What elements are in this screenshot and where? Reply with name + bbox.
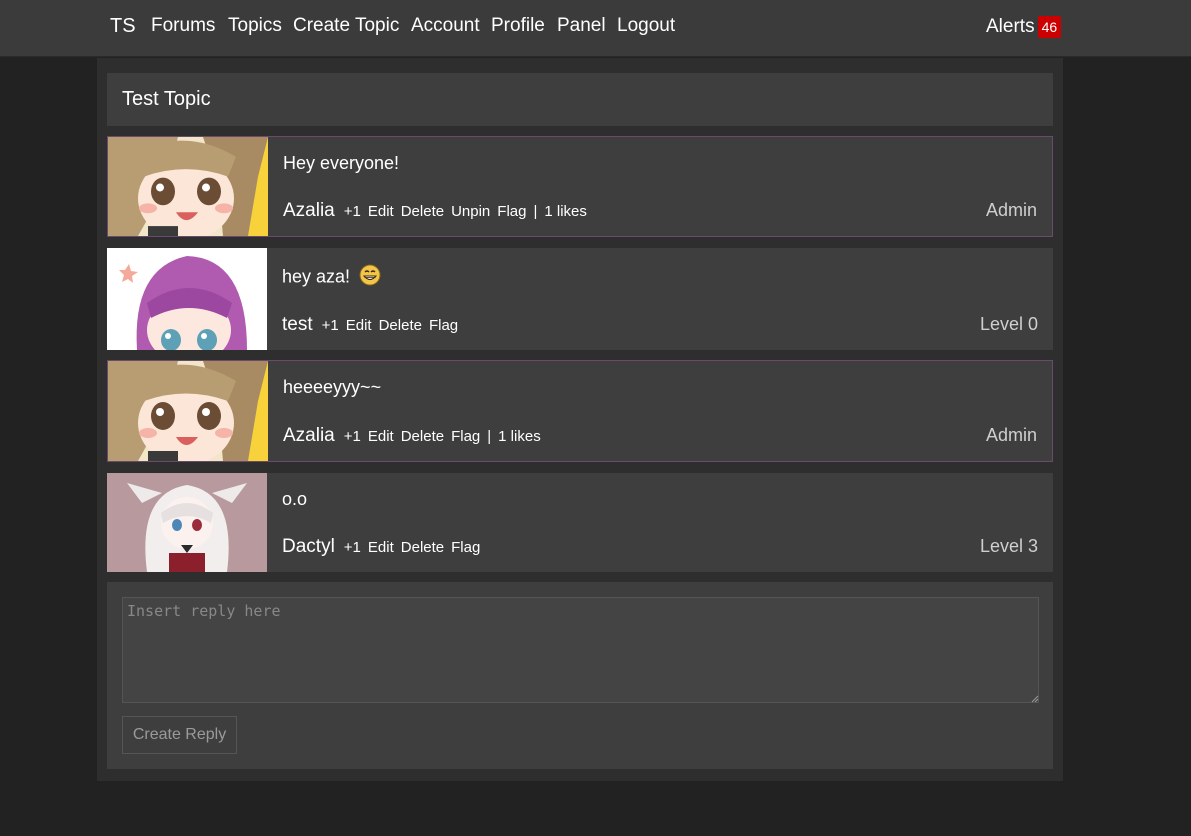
edit-button[interactable]: Edit bbox=[368, 203, 394, 220]
nav-create-topic[interactable]: Create Topic bbox=[293, 15, 399, 37]
like-button[interactable]: +1 bbox=[344, 203, 361, 220]
post-meta: Azalia +1 Edit Delete Flag | 1 likes bbox=[283, 425, 548, 447]
topic-header: Test Topic bbox=[107, 73, 1053, 126]
delete-button[interactable]: Delete bbox=[401, 203, 444, 220]
reply-form: Create Reply bbox=[107, 582, 1053, 769]
avatar[interactable] bbox=[107, 248, 267, 350]
brand-link[interactable]: TS bbox=[110, 15, 136, 38]
flag-button[interactable]: Flag bbox=[451, 428, 480, 445]
avatar[interactable] bbox=[107, 473, 267, 572]
alerts-menu[interactable]: Alerts 46 bbox=[986, 16, 1062, 38]
nav-profile[interactable]: Profile bbox=[491, 15, 545, 37]
like-button[interactable]: +1 bbox=[322, 317, 339, 334]
post-content-text: hey aza! bbox=[282, 266, 351, 287]
like-button[interactable]: +1 bbox=[344, 428, 361, 445]
user-role: Admin bbox=[985, 425, 1037, 445]
post-content: hey aza! bbox=[282, 264, 381, 291]
reply-textarea[interactable] bbox=[122, 597, 1039, 703]
post-author[interactable]: Azalia bbox=[283, 425, 335, 447]
create-reply-button[interactable]: Create Reply bbox=[122, 716, 237, 754]
user-role: Level 0 bbox=[979, 314, 1038, 334]
alerts-count-badge: 46 bbox=[1037, 16, 1062, 38]
post-author[interactable]: Dactyl bbox=[282, 536, 335, 558]
post-content: heeeeyyy~~ bbox=[283, 377, 382, 397]
avatar-girl-white-hair-icon bbox=[107, 473, 267, 572]
post-content: o.o bbox=[282, 489, 308, 509]
avatar-girl-light-brown-hair-icon bbox=[108, 137, 268, 236]
flag-button[interactable]: Flag bbox=[497, 203, 526, 220]
edit-button[interactable]: Edit bbox=[368, 428, 394, 445]
edit-button[interactable]: Edit bbox=[346, 317, 372, 334]
like-count: 1 likes bbox=[544, 203, 587, 220]
post-item: Hey everyone! Azalia +1 Edit Delete Unpi… bbox=[107, 136, 1053, 237]
separator: | bbox=[487, 428, 492, 445]
post-meta: test +1 Edit Delete Flag bbox=[282, 314, 465, 336]
avatar-girl-purple-hair-icon bbox=[107, 248, 267, 350]
nav-forums[interactable]: Forums bbox=[151, 15, 215, 37]
nav-logout[interactable]: Logout bbox=[617, 15, 675, 37]
nav-panel[interactable]: Panel bbox=[557, 15, 606, 37]
avatar[interactable] bbox=[108, 137, 268, 236]
post-author[interactable]: Azalia bbox=[283, 200, 335, 222]
like-button[interactable]: +1 bbox=[344, 539, 361, 556]
alerts-label: Alerts bbox=[986, 16, 1035, 37]
user-role: Admin bbox=[985, 200, 1037, 220]
avatar[interactable] bbox=[108, 361, 268, 461]
avatar-girl-light-brown-hair-icon bbox=[108, 361, 268, 461]
separator: | bbox=[533, 203, 538, 220]
main-container: Test Topic Hey everyone! Azalia +1 Edit … bbox=[97, 58, 1063, 781]
post-content: Hey everyone! bbox=[283, 153, 400, 173]
post-meta: Dactyl +1 Edit Delete Flag bbox=[282, 536, 487, 558]
user-role: Level 3 bbox=[979, 536, 1038, 556]
delete-button[interactable]: Delete bbox=[401, 428, 444, 445]
post-author[interactable]: test bbox=[282, 314, 313, 336]
edit-button[interactable]: Edit bbox=[368, 539, 394, 556]
grinning-face-icon bbox=[359, 264, 381, 291]
top-navigation-bar: TS Forums Topics Create Topic Account Pr… bbox=[0, 0, 1191, 57]
unpin-button[interactable]: Unpin bbox=[451, 203, 490, 220]
post-item: o.o Dactyl +1 Edit Delete Flag Level 3 bbox=[107, 473, 1053, 572]
post-item: heeeeyyy~~ Azalia +1 Edit Delete Flag | … bbox=[107, 360, 1053, 462]
post-item: hey aza! test +1 Edit Delete Flag Level … bbox=[107, 248, 1053, 350]
post-meta: Azalia +1 Edit Delete Unpin Flag | 1 lik… bbox=[283, 200, 594, 222]
nav-topics[interactable]: Topics bbox=[228, 15, 282, 37]
delete-button[interactable]: Delete bbox=[401, 539, 444, 556]
flag-button[interactable]: Flag bbox=[451, 539, 480, 556]
flag-button[interactable]: Flag bbox=[429, 317, 458, 334]
like-count: 1 likes bbox=[498, 428, 541, 445]
nav-account[interactable]: Account bbox=[411, 15, 480, 37]
topic-title: Test Topic bbox=[122, 88, 211, 110]
delete-button[interactable]: Delete bbox=[379, 317, 422, 334]
resize-grip-icon[interactable] bbox=[1031, 695, 1039, 703]
